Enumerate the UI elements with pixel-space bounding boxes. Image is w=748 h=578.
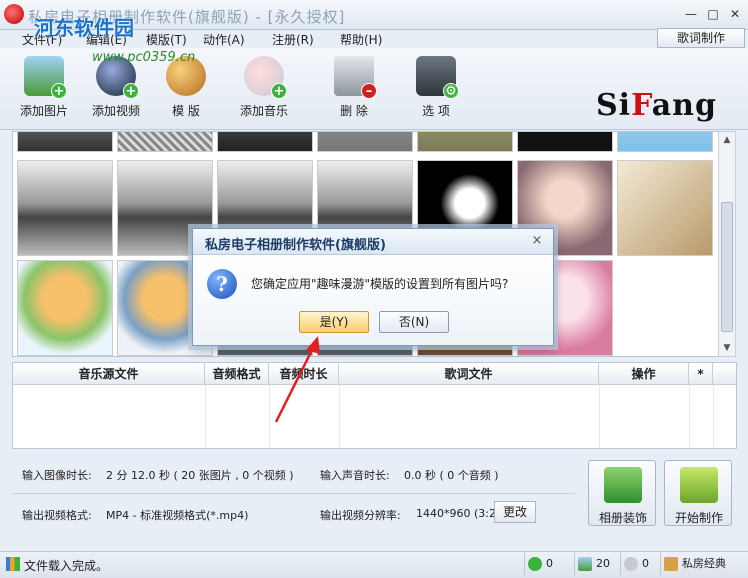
- photo-grid-scrollbar[interactable]: ▲ ▼: [718, 131, 736, 357]
- col-audio-format[interactable]: 音频格式: [205, 363, 269, 385]
- status-audio-count: 0: [620, 553, 658, 575]
- status-image-count: 20: [574, 553, 618, 575]
- scroll-down-icon[interactable]: ▼: [719, 340, 735, 356]
- status-chart-icon: [6, 557, 20, 571]
- question-icon: ?: [207, 269, 237, 299]
- start-making-button[interactable]: 开始制作: [664, 460, 732, 526]
- zip-archive-icon: [680, 467, 718, 503]
- menu-action[interactable]: 动作(A): [203, 31, 245, 48]
- photo-thumb[interactable]: [617, 160, 713, 256]
- status-message: 文件载入完成。: [24, 559, 109, 573]
- video-count-icon: [528, 557, 542, 571]
- music-table-header: 音乐源文件 音频格式 音频时长 歌词文件 操作 *: [13, 363, 736, 385]
- audio-duration-label: 输入声音时长:: [320, 469, 390, 482]
- audio-count-icon: [624, 557, 638, 571]
- col-operation[interactable]: 操作: [599, 363, 689, 385]
- maximize-button[interactable]: □: [704, 6, 722, 22]
- menu-register[interactable]: 注册(R): [272, 31, 314, 48]
- column-divider: [599, 385, 600, 448]
- dialog-title-bar[interactable]: 私房电子相册制作软件(旗舰版) ×: [193, 229, 553, 255]
- brand-book-icon: [664, 557, 678, 571]
- col-music-source[interactable]: 音乐源文件: [13, 363, 205, 385]
- options-monitor-icon: ⚙: [416, 56, 459, 99]
- photo-thumb[interactable]: [317, 132, 413, 152]
- music-note-icon: +: [244, 56, 287, 99]
- column-divider: [689, 385, 690, 448]
- change-resolution-button[interactable]: 更改: [494, 501, 536, 523]
- add-photo-button[interactable]: + 添加图片: [6, 52, 82, 124]
- photo-thumb[interactable]: [417, 132, 513, 152]
- no-button[interactable]: 否(N): [379, 311, 449, 333]
- dialog-close-icon[interactable]: ×: [529, 233, 545, 249]
- options-label: 选 项: [422, 104, 450, 118]
- dialog-message: 您确定应用"趣味漫游"模版的设置到所有图片吗?: [251, 277, 509, 291]
- status-video-count: 0: [524, 553, 570, 575]
- confirm-dialog: 私房电子相册制作软件(旗舰版) × ? 您确定应用"趣味漫游"模版的设置到所有图…: [192, 228, 554, 346]
- col-star[interactable]: *: [689, 363, 713, 385]
- info-divider: [12, 493, 575, 494]
- column-divider: [339, 385, 340, 448]
- video-format-label: 输出视频格式:: [22, 509, 92, 522]
- watermark-brand: 河东软件园: [34, 16, 134, 40]
- scroll-up-icon[interactable]: ▲: [719, 132, 735, 148]
- image-count-icon: [578, 557, 592, 571]
- photo-thumb[interactable]: [17, 160, 113, 256]
- column-divider: [713, 385, 714, 448]
- column-divider: [205, 385, 206, 448]
- image-duration-label: 输入图像时长:: [22, 469, 92, 482]
- photo-thumb[interactable]: [617, 132, 713, 152]
- photo-thumb[interactable]: [117, 132, 213, 152]
- add-music-button[interactable]: + 添加音乐: [226, 52, 302, 124]
- photo-thumb[interactable]: [217, 132, 313, 152]
- lyric-editor-button[interactable]: 歌词制作: [657, 28, 745, 48]
- watermark-url: www.pc0359.cn: [92, 50, 196, 65]
- video-format-value: MP4 - 标准视频格式(*.mp4): [106, 509, 249, 522]
- menu-help[interactable]: 帮助(H): [340, 31, 382, 48]
- photo-thumb[interactable]: [17, 132, 113, 152]
- scroll-thumb[interactable]: [721, 202, 733, 332]
- audio-duration-value: 0.0 秒 ( 0 个音频 ): [404, 469, 499, 482]
- resolution-value: 1440*960 (3:2): [416, 507, 501, 520]
- close-button[interactable]: ✕: [726, 6, 744, 22]
- delete-label: 删 除: [340, 104, 368, 118]
- column-divider: [269, 385, 270, 448]
- options-button[interactable]: ⚙ 选 项: [398, 52, 474, 124]
- sifang-logo: SiFang: [596, 88, 717, 123]
- photo-thumb[interactable]: [17, 260, 113, 356]
- col-lyric-file[interactable]: 歌词文件: [339, 363, 599, 385]
- start-making-label: 开始制作: [674, 511, 723, 525]
- resolution-label: 输出视频分辨率:: [320, 509, 401, 522]
- picture-frame-icon: [604, 467, 642, 503]
- music-table[interactable]: 音乐源文件 音频格式 音频时长 歌词文件 操作 *: [12, 362, 737, 449]
- col-audio-duration[interactable]: 音频时长: [269, 363, 339, 385]
- photo-thumb[interactable]: [517, 132, 613, 152]
- add-music-label: 添加音乐: [239, 104, 288, 118]
- delete-button[interactable]: – 删 除: [316, 52, 392, 124]
- add-photo-label: 添加图片: [19, 104, 68, 118]
- album-decorate-label: 相册装饰: [598, 511, 647, 525]
- menu-template[interactable]: 模版(T): [146, 31, 187, 48]
- add-photo-icon: +: [24, 56, 67, 99]
- minimize-button[interactable]: —: [682, 6, 700, 22]
- yes-button[interactable]: 是(Y): [299, 311, 369, 333]
- add-video-label: 添加视频: [91, 104, 140, 118]
- album-decorate-button[interactable]: 相册装饰: [588, 460, 656, 526]
- template-label: 模 版: [172, 104, 200, 118]
- dialog-body: ? 您确定应用"趣味漫游"模版的设置到所有图片吗? 是(Y) 否(N): [193, 255, 553, 345]
- status-brand[interactable]: 私房经典: [660, 553, 746, 575]
- image-duration-value: 2 分 12.0 秒 ( 20 张图片 , 0 个视频 ): [106, 469, 294, 482]
- app-logo-icon[interactable]: [4, 4, 24, 24]
- dialog-title: 私房电子相册制作软件(旗舰版): [205, 238, 386, 253]
- trash-icon: –: [334, 56, 377, 99]
